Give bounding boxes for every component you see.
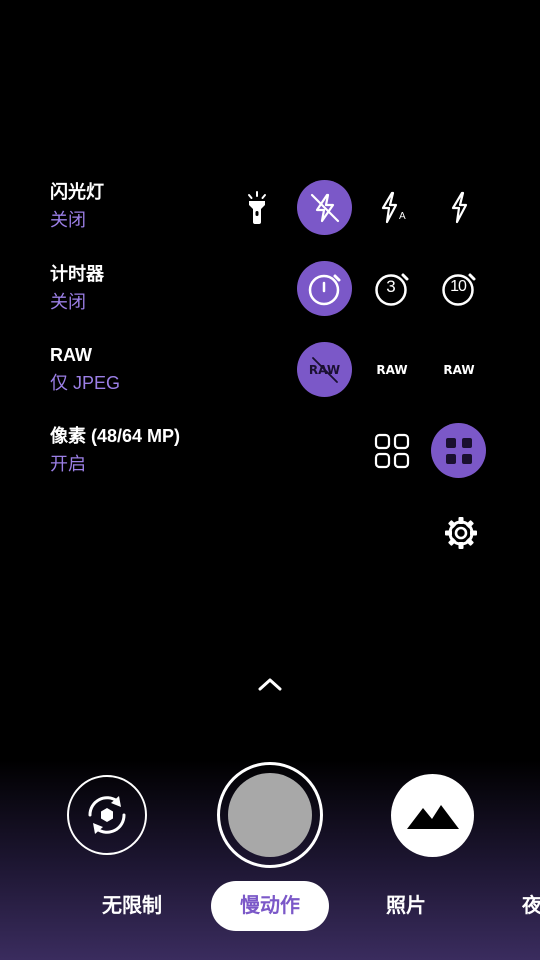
chevron-up-icon <box>258 678 282 691</box>
raw-off-option[interactable]: RAW <box>297 342 352 397</box>
shutter-button[interactable] <box>217 762 323 868</box>
shutter-inner <box>228 773 312 857</box>
flash-on-option[interactable] <box>431 180 487 236</box>
flash-auto-mark: A <box>399 211 406 222</box>
timer-value: 关闭 <box>50 292 86 312</box>
flash-auto-option[interactable]: A <box>364 180 420 236</box>
settings-button[interactable] <box>440 512 482 554</box>
raw-setting-label: RAW 仅 JPEG <box>50 343 120 395</box>
raw-off-icon <box>312 357 338 383</box>
flash-off-option[interactable] <box>297 180 352 235</box>
timer-off-icon <box>308 274 340 305</box>
pixel-small-option[interactable] <box>364 423 420 479</box>
flash-setting-label: 闪光灯 关闭 <box>50 180 104 232</box>
timer-3s-option[interactable]: 3 <box>364 261 420 317</box>
pixel-value: 开启 <box>50 454 86 474</box>
pixel-large-option[interactable] <box>431 423 486 478</box>
timer-10s-option[interactable]: 10 <box>431 261 487 317</box>
switch-camera-icon <box>88 796 126 834</box>
mode-tab-night[interactable]: 夜 <box>522 881 540 931</box>
pixel-title: 像素 (48/64 MP) <box>50 426 181 446</box>
settings-gear-icon <box>445 517 477 549</box>
timer-3s-label: 3 <box>386 277 396 296</box>
timer-setting-label: 计时器 关闭 <box>50 262 104 314</box>
flash-title: 闪光灯 <box>50 182 104 202</box>
flash-value: 关闭 <box>50 210 86 230</box>
raw-plus-jpeg-option[interactable]: RAW <box>431 342 487 398</box>
gallery-icon <box>406 804 459 829</box>
raw-value: 仅 JPEG <box>50 373 121 393</box>
timer-10s-label: 10 <box>450 278 467 295</box>
raw-plus-jpeg-icon: RAW <box>443 363 475 377</box>
flashlight-option[interactable] <box>229 180 285 236</box>
flashlight-icon <box>248 191 266 224</box>
gallery-button[interactable] <box>391 774 474 857</box>
collapse-panel-button[interactable] <box>255 672 285 696</box>
mode-tab-slow-motion[interactable]: 慢动作 <box>211 881 329 931</box>
timer-title: 计时器 <box>50 264 104 284</box>
raw-option[interactable]: RAW <box>364 342 420 398</box>
switch-camera-button[interactable] <box>67 775 147 855</box>
mode-tab-photo[interactable]: 照片 <box>366 881 446 931</box>
timer-off-option[interactable] <box>297 261 352 316</box>
flash-on-icon <box>451 191 468 224</box>
raw-icon: RAW <box>376 363 408 377</box>
pixel-setting-label: 像素 (48/64 MP) 开启 <box>50 424 180 476</box>
pixel-binning-large-icon <box>445 437 472 464</box>
mode-tab-unlimited[interactable]: 无限制 <box>72 881 192 931</box>
raw-title: RAW <box>50 345 92 365</box>
flash-off-icon <box>310 193 339 222</box>
pixel-binning-small-icon <box>374 433 410 469</box>
